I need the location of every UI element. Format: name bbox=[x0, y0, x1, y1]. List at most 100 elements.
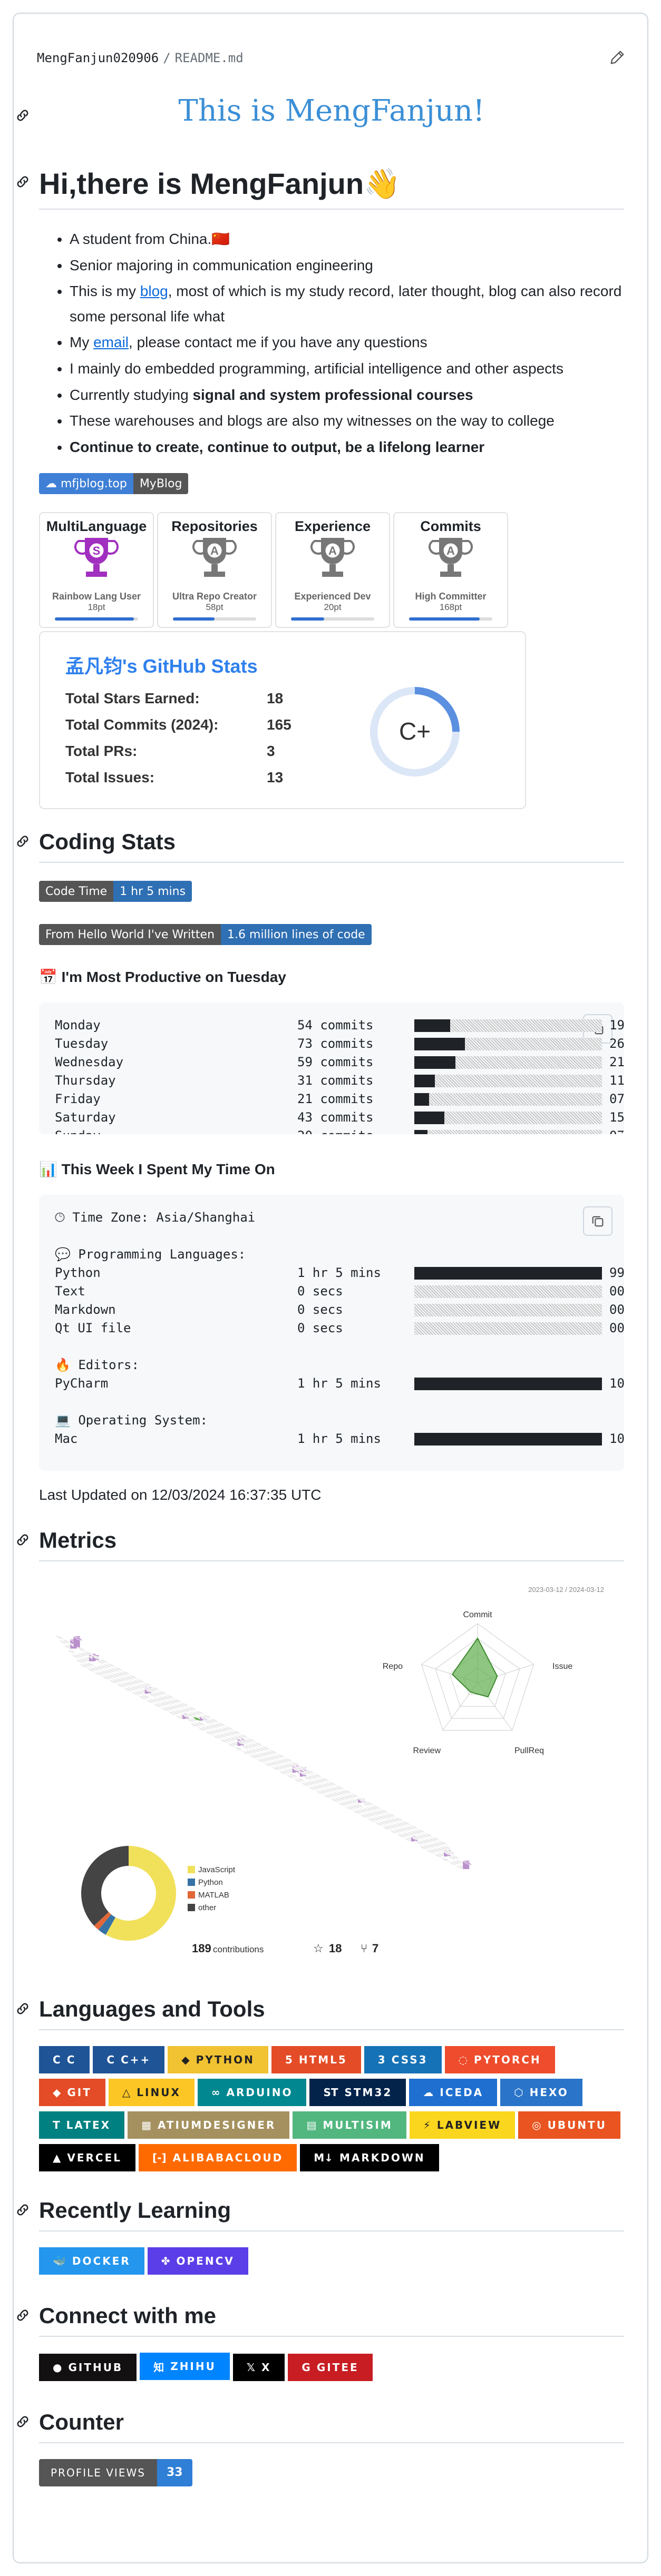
alibabacloud-badge[interactable]: [-] ALIBABACLOUD bbox=[139, 2144, 297, 2172]
linux-icon: △ bbox=[122, 2086, 131, 2099]
c-badge[interactable]: CC bbox=[39, 2046, 90, 2074]
blog-link[interactable]: blog bbox=[140, 283, 168, 299]
labview-icon: ⚡ bbox=[423, 2119, 431, 2132]
trophy-card[interactable]: Commits A High Committer 168pt bbox=[393, 512, 508, 628]
profile-views-badge: PROFILE VIEWS 33 bbox=[39, 2459, 192, 2486]
atiumdesigner-badge[interactable]: ▦ ATIUMDESIGNER bbox=[128, 2111, 290, 2139]
list-item-bold: signal and system professional courses bbox=[192, 386, 473, 403]
blog-badge-wrap: ☁ mfjblog.top MyBlog bbox=[39, 473, 624, 495]
trophy-rank-letter: S bbox=[93, 544, 101, 557]
css3-badge[interactable]: 3 CSS3 bbox=[364, 2046, 442, 2074]
badge-label: HTML5 bbox=[298, 2053, 347, 2067]
opencv-badge[interactable]: ✤ OPENCV bbox=[147, 2247, 248, 2275]
github-badge[interactable]: ● GITHUB bbox=[39, 2353, 137, 2381]
trophy-progress-bar bbox=[173, 617, 256, 621]
latex-icon: T bbox=[53, 2119, 60, 2132]
anchor-link-icon[interactable] bbox=[15, 2307, 31, 2323]
productive-heading: 📅 I'm Most Productive on Tuesday bbox=[39, 969, 286, 986]
badge-label: DOCKER bbox=[72, 2255, 131, 2268]
trophy-rank-letter: A bbox=[328, 544, 337, 557]
trophy-cup-icon: A bbox=[192, 538, 237, 577]
code-line-percent: 99.94 % bbox=[609, 1265, 624, 1281]
badge-label: C bbox=[66, 2053, 76, 2067]
arduino-badge[interactable]: ∞ ARDUINO bbox=[197, 2079, 307, 2107]
latex-badge[interactable]: T LATEX bbox=[39, 2111, 125, 2139]
profile-views-wrap: PROFILE VIEWS 33 bbox=[39, 2459, 624, 2486]
list-item: These warehouses and blogs are also my w… bbox=[70, 408, 624, 434]
language-donut: JavaScript Python MATLAB other bbox=[81, 1846, 236, 1941]
code-line-name: Python bbox=[55, 1265, 101, 1281]
counter-heading-text: Counter bbox=[39, 2409, 124, 2434]
breadcrumb-file: README.md bbox=[174, 51, 244, 65]
trophy-card[interactable]: Repositories A Ultra Repo Creator 58pt bbox=[157, 512, 272, 628]
trophy-title: Experience bbox=[294, 518, 371, 535]
anchor-link-icon[interactable] bbox=[15, 2202, 31, 2218]
iceda-badge[interactable]: ☁ ICEDA bbox=[409, 2079, 498, 2107]
c-icon: C bbox=[53, 2053, 61, 2067]
loc-badge-wrap: From Hello World I've Written 1.6 millio… bbox=[39, 924, 624, 946]
main-heading-text: Hi,there is MengFanjun👋 bbox=[39, 167, 401, 200]
edit-pencil-icon[interactable] bbox=[608, 48, 626, 66]
linux-badge[interactable]: △ LINUX bbox=[108, 2079, 195, 2107]
css3-icon: 3 bbox=[377, 2053, 385, 2067]
legend-label: JavaScript bbox=[198, 1865, 236, 1874]
languages-tools-heading-text: Languages and Tools bbox=[39, 1997, 265, 2022]
trophy-cup-icon: S bbox=[74, 538, 119, 577]
zhihu-badge[interactable]: 知 ZHIHU bbox=[140, 2353, 230, 2381]
code-line: Qt UI file 0 secs bbox=[55, 1319, 343, 1338]
list-item-bold: Continue to create, continue to output, … bbox=[70, 438, 485, 455]
code-time-badge: Code Time 1 hr 5 mins bbox=[39, 881, 192, 902]
html5-icon: 5 bbox=[285, 2053, 293, 2067]
python-badge[interactable]: ◆ PYTHON bbox=[168, 2046, 268, 2074]
trophy-progress-fill bbox=[173, 617, 215, 621]
trophy-label: High Committer bbox=[415, 591, 487, 602]
anchor-link-icon[interactable] bbox=[15, 174, 31, 190]
blog-badge[interactable]: ☁ mfjblog.top MyBlog bbox=[39, 473, 189, 495]
stats-row-label: Total Commits (2024): bbox=[65, 716, 219, 733]
badge-label: ZHIHU bbox=[170, 2360, 216, 2373]
week-activity-block: 🕑︎ Time Zone: Asia/Shanghai 💬 Programming… bbox=[39, 1195, 624, 1471]
github-stats-card[interactable]: 孟凡钧's GitHub Stats Total Stars Earned: 1… bbox=[39, 631, 526, 810]
markdown-badge[interactable]: M↓ MARKDOWN bbox=[300, 2144, 439, 2172]
badge-label: GITHUB bbox=[68, 2361, 123, 2374]
list-item: Currently studying signal and system pro… bbox=[70, 382, 624, 408]
code-line: Mac 1 hr 5 mins bbox=[55, 1430, 381, 1448]
email-link[interactable]: email bbox=[93, 334, 129, 350]
progress-bar-track bbox=[414, 1378, 602, 1391]
trophy-card[interactable]: Experience A Experienced Dev 20pt bbox=[275, 512, 390, 628]
stm32-badge[interactable]: ST STM32 bbox=[309, 2079, 406, 2107]
x-badge[interactable]: 𝕏X bbox=[232, 2353, 285, 2381]
trophy-points: 20pt bbox=[324, 602, 342, 613]
atiumdesigner-icon: ▦ bbox=[141, 2119, 151, 2132]
code-line-name: Wednesday bbox=[55, 1055, 124, 1070]
hexo-badge[interactable]: ⬡ HEXO bbox=[500, 2079, 582, 2107]
labview-badge[interactable]: ⚡ LABVIEW bbox=[409, 2111, 516, 2139]
anchor-link-icon[interactable] bbox=[15, 2001, 31, 2017]
vercel-badge[interactable]: ▲ VERCEL bbox=[39, 2144, 136, 2172]
code-line: Thursday 31 commits bbox=[55, 1071, 374, 1090]
c++-badge[interactable]: C C++ bbox=[93, 2046, 165, 2074]
pytorch-badge[interactable]: ◌ PYTORCH bbox=[444, 2046, 555, 2074]
list-item: This is my blog, most of which is my stu… bbox=[70, 279, 624, 329]
code-line-percent: 07.66 % bbox=[609, 1092, 624, 1107]
breadcrumb-owner[interactable]: MengFanjun020906 bbox=[37, 51, 159, 65]
trophy-card[interactable]: MultiLanguage S Rainbow Lang User 18pt bbox=[39, 512, 154, 628]
docker-badge[interactable]: 🐳 DOCKER bbox=[39, 2247, 144, 2275]
title-banner-text: This is MengFanjun! bbox=[178, 94, 485, 128]
gitee-badge[interactable]: G GITEE bbox=[288, 2353, 373, 2381]
anchor-link-icon[interactable] bbox=[15, 2414, 31, 2430]
isometric-calendar bbox=[54, 1635, 473, 1871]
radar-axis-label: PullReq bbox=[514, 1746, 544, 1755]
vercel-icon: ▲ bbox=[53, 2151, 61, 2165]
anchor-link-icon[interactable] bbox=[15, 1532, 31, 1548]
copy-button[interactable] bbox=[583, 1206, 613, 1236]
multisim-badge[interactable]: ▤ MULTISIM bbox=[293, 2111, 406, 2139]
anchor-link-icon[interactable] bbox=[15, 833, 31, 849]
git-badge[interactable]: ◆ GIT bbox=[39, 2079, 105, 2107]
anchor-link-icon[interactable] bbox=[15, 107, 31, 123]
html5-badge[interactable]: 5 HTML5 bbox=[271, 2046, 361, 2074]
badge-label: MARKDOWN bbox=[339, 2151, 425, 2165]
progress-bar-fill bbox=[414, 1038, 465, 1051]
code-line-name: Markdown bbox=[55, 1302, 116, 1318]
ubuntu-badge[interactable]: ◎ UBUNTU bbox=[518, 2111, 620, 2139]
